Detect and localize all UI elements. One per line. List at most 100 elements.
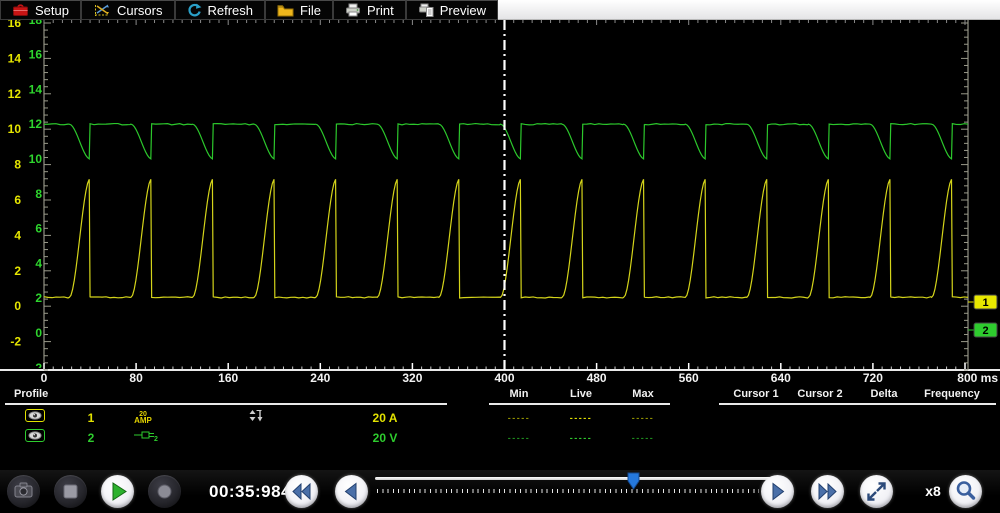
value-live: ----- — [570, 413, 593, 423]
rewind-button[interactable] — [285, 475, 318, 508]
channel-marker-label: 1 — [982, 297, 988, 309]
x-axis-tick-label: 320 — [402, 371, 422, 385]
record-button[interactable] — [148, 475, 181, 508]
stop-icon — [64, 485, 77, 498]
x-axis-tick-label: 560 — [679, 371, 699, 385]
scope-app: SetupCursorsRefreshFilePrintPreview 0801… — [0, 0, 1000, 513]
y-label-channel2: 2 — [35, 291, 42, 305]
x-axis-tick-label: 240 — [310, 371, 330, 385]
y-label-channel1: 8 — [14, 158, 21, 172]
y-label-channel2: 0 — [35, 326, 42, 340]
x-axis-tick-label: 720 — [863, 371, 883, 385]
toolbar-button-label: Refresh — [208, 3, 254, 18]
toolbar-button-refresh[interactable]: Refresh — [175, 0, 266, 20]
transport-bar: 00:35:984 x8 — [0, 470, 1000, 513]
values-underline — [489, 403, 670, 405]
slider-track[interactable] — [375, 477, 780, 480]
y-label-channel2: 12 — [29, 117, 43, 131]
eye-icon — [25, 429, 45, 446]
play-icon — [113, 483, 126, 500]
snapshot-button[interactable] — [7, 475, 40, 508]
toolbar-button-label: Print — [367, 3, 394, 18]
channel-2-zero-marker[interactable]: 2 — [968, 323, 997, 337]
slider-thumb[interactable] — [627, 472, 640, 490]
column-header-max: Max — [632, 388, 653, 400]
toolbar-button-cursors[interactable]: Cursors — [81, 0, 175, 20]
x-axis-tick-label: 800 ms — [957, 371, 998, 385]
titlebar-spacer — [498, 0, 1000, 20]
x-axis-tick-label: 80 — [129, 371, 143, 385]
x-axis-tick-label: 0 — [41, 371, 48, 385]
x-axis-tick-label: 400 — [494, 371, 514, 385]
value-live: ----- — [570, 433, 593, 443]
channel-1-visibility-toggle[interactable] — [25, 409, 45, 427]
value-max: ----- — [632, 433, 655, 443]
play-button[interactable] — [101, 475, 134, 508]
y-label-channel2: 14 — [29, 82, 43, 96]
slider-tick-marks — [377, 489, 759, 493]
timeline-slider[interactable] — [375, 470, 782, 513]
folder-icon — [277, 4, 294, 17]
y-label-channel2: 4 — [35, 256, 42, 270]
trace-channel1-current — [44, 179, 968, 298]
left-arrow-icon — [346, 484, 357, 500]
channel-2-visibility-toggle[interactable] — [25, 429, 45, 447]
clamp-label: AMP — [134, 418, 152, 424]
eye-icon — [25, 409, 45, 426]
toolbox-icon — [12, 3, 29, 17]
channel-1-zero-marker[interactable]: 1 — [968, 295, 997, 309]
toolbar-button-preview[interactable]: Preview — [406, 0, 498, 20]
double-left-arrow-icon — [293, 484, 310, 499]
y-label-channel2: 8 — [35, 187, 42, 201]
y-label-channel2: 18 — [29, 20, 43, 27]
toolbar-button-file[interactable]: File — [265, 0, 333, 20]
toolbar-button-print[interactable]: Print — [333, 0, 406, 20]
channel-number: 2 — [88, 431, 95, 445]
channel-range[interactable]: 20 A — [373, 411, 398, 425]
autoscale-icon[interactable] — [248, 409, 265, 428]
x-axis-labels: 080160240320400480560640720800 ms — [41, 371, 999, 385]
profile-underline — [5, 403, 447, 405]
refresh-icon — [187, 3, 202, 18]
x-axis-tick-label: 640 — [771, 371, 791, 385]
toolbar: Setup Cursors Refresh File Print Preview — [0, 0, 498, 20]
toolbar-button-label: Preview — [440, 3, 486, 18]
y-label-channel1: 12 — [8, 87, 22, 101]
expand-view-button[interactable] — [860, 475, 893, 508]
y-label-channel1: -2 — [10, 335, 21, 349]
value-min: ----- — [508, 413, 531, 423]
y-label-channel1: 10 — [8, 122, 22, 136]
top-bar: Setup Cursors Refresh File Print Preview — [0, 0, 1000, 20]
column-header-min: Min — [510, 388, 529, 400]
y-label-channel1: 2 — [14, 264, 21, 278]
x-axis-tick-label: 160 — [218, 371, 238, 385]
right-arrow-icon — [773, 484, 784, 500]
trace-channel2-voltage — [44, 124, 968, 159]
step-back-button[interactable] — [335, 475, 368, 508]
toolbar-button-label: Cursors — [117, 3, 163, 18]
zoom-button[interactable] — [949, 475, 982, 508]
toolbar-button-label: File — [300, 3, 321, 18]
measurement-panel: Profile MinLiveMaxCursor 1Cursor 2DeltaF… — [0, 385, 1000, 470]
column-header-cursor-1: Cursor 1 — [733, 388, 778, 400]
zoom-factor-label: x8 — [918, 483, 948, 499]
toolbar-button-label: Setup — [35, 3, 69, 18]
oscilloscope-plot[interactable]: 080160240320400480560640720800 ms1614121… — [0, 20, 1000, 385]
column-header-cursor-2: Cursor 2 — [797, 388, 842, 400]
channel-range[interactable]: 20 V — [373, 431, 398, 445]
column-header-frequency: Frequency — [924, 388, 980, 400]
stop-button[interactable] — [54, 475, 87, 508]
step-forward-button[interactable] — [761, 475, 794, 508]
y-label-channel2: 16 — [29, 48, 43, 62]
column-header-delta: Delta — [871, 388, 898, 400]
double-right-arrow-icon — [819, 484, 836, 499]
toolbar-button-setup[interactable]: Setup — [0, 0, 81, 20]
printer-icon — [345, 3, 361, 17]
y-label-channel2: 6 — [35, 222, 42, 236]
y-label-channel1: 0 — [14, 299, 21, 313]
y-label-channel1: 6 — [14, 193, 21, 207]
cursors-icon — [93, 3, 111, 18]
column-header-live: Live — [570, 388, 592, 400]
fast-forward-button[interactable] — [811, 475, 844, 508]
print-preview-icon — [418, 3, 434, 17]
